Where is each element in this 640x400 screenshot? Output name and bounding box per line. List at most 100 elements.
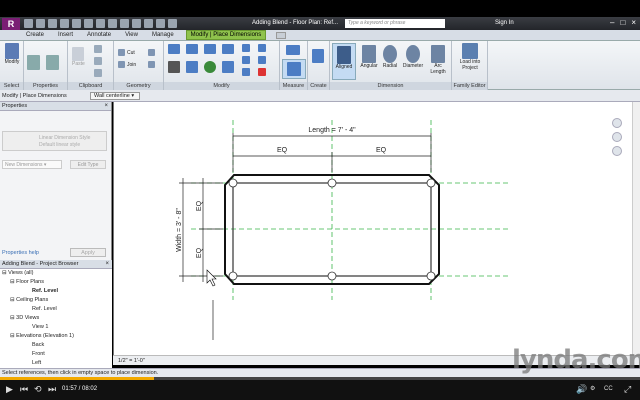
eq-label[interactable]: EQ <box>196 200 203 211</box>
closed-captions-icon[interactable]: CC <box>604 382 613 396</box>
split-button[interactable] <box>242 44 250 52</box>
apply-button[interactable]: Apply <box>70 248 106 257</box>
close-icon[interactable]: × <box>105 260 109 269</box>
geometry-tool-2[interactable] <box>148 61 155 68</box>
minimize-icon[interactable]: – <box>610 18 614 27</box>
drawing-canvas[interactable]: Length = 7' - 4" EQ EQ Width = 3' - 8" E… <box>113 102 640 355</box>
close-icon[interactable]: × <box>104 102 108 111</box>
edit-type-button[interactable]: Edit Type <box>70 160 106 169</box>
width-dimension-text[interactable]: Width = 3' - 8" <box>176 208 183 252</box>
play-icon[interactable]: ▶ <box>6 382 13 396</box>
previous-icon[interactable]: ⏮ <box>20 382 28 396</box>
save-icon[interactable] <box>36 19 45 28</box>
pin-button[interactable] <box>258 44 266 52</box>
dimension-tool-button[interactable] <box>282 59 306 79</box>
close-icon[interactable]: × <box>631 18 636 27</box>
section-icon[interactable] <box>132 19 141 28</box>
tree-item[interactable]: Left <box>2 359 112 368</box>
redo-icon[interactable] <box>60 19 69 28</box>
mirror-draw-button[interactable] <box>222 44 234 54</box>
properties-help-link[interactable]: Properties help <box>2 250 39 256</box>
measure-distance-button[interactable] <box>286 45 300 55</box>
measure-icon[interactable] <box>72 19 81 28</box>
modify-button[interactable]: Modify <box>1 43 23 65</box>
move-button[interactable] <box>168 61 180 73</box>
instance-filter-dropdown[interactable]: New Dimensions ▾ <box>2 160 62 169</box>
reference-point[interactable] <box>327 178 337 188</box>
reference-point[interactable] <box>426 178 436 188</box>
tab-annotate[interactable]: Annotate <box>85 32 113 38</box>
align-button[interactable] <box>168 44 180 54</box>
type-selector-preview[interactable]: Linear Dimension Style Default linear st… <box>2 131 107 151</box>
volume-icon[interactable]: 🔊 <box>576 382 587 396</box>
tree-item[interactable]: Back <box>2 341 112 350</box>
video-progress-bar[interactable] <box>0 377 640 380</box>
settings-icon[interactable]: ⚙ <box>590 382 595 396</box>
zoom-icon[interactable] <box>612 132 622 142</box>
eq-label[interactable]: EQ <box>277 147 288 154</box>
tab-create[interactable]: Create <box>24 32 46 38</box>
geometry-tool-1[interactable] <box>148 49 155 56</box>
type-properties-button[interactable] <box>46 55 59 70</box>
tree-item[interactable]: Front <box>2 350 112 359</box>
join-geometry-button[interactable]: Join <box>118 61 136 68</box>
delete-button[interactable] <box>258 68 266 76</box>
match-properties-button[interactable] <box>94 69 102 77</box>
text-icon[interactable] <box>108 19 117 28</box>
trim-button[interactable] <box>222 61 234 73</box>
tree-item[interactable]: Ref. Level <box>2 287 112 296</box>
rewind-icon[interactable]: ⟲ <box>34 382 42 396</box>
tree-item[interactable]: View 1 <box>2 323 112 332</box>
sign-in-link[interactable]: Sign In <box>495 20 514 26</box>
reference-point[interactable] <box>228 178 238 188</box>
length-dimension-text[interactable]: Length = 7' - 4" <box>308 127 356 134</box>
reference-point[interactable] <box>228 271 238 281</box>
mirror-axis-button[interactable] <box>204 44 216 54</box>
zoom-extents-icon[interactable] <box>612 146 622 156</box>
ribbon-minimize-toggle[interactable] <box>276 31 287 39</box>
close-hidden-windows-icon[interactable] <box>156 19 165 28</box>
tab-manage[interactable]: Manage <box>150 32 176 38</box>
fullscreen-icon[interactable]: ⤢ <box>624 382 631 396</box>
scale-button[interactable] <box>242 68 250 76</box>
dimension-radial-button[interactable]: Radial <box>380 43 400 69</box>
tree-item[interactable]: ⊟ Ceiling Plans <box>2 296 112 305</box>
tree-item[interactable]: ⊟ 3D Views <box>2 314 112 323</box>
steering-wheel-icon[interactable] <box>612 118 622 128</box>
load-into-project-button[interactable]: Load into Project <box>455 43 485 71</box>
dimension-icon[interactable] <box>84 19 93 28</box>
properties-button[interactable] <box>27 55 40 70</box>
tree-item[interactable]: ⊟ Floor Plans <box>2 278 112 287</box>
tree-item[interactable]: Ref. Level <box>2 305 112 314</box>
undo-icon[interactable] <box>48 19 57 28</box>
help-search-input[interactable]: Type a keyword or phrase <box>345 19 445 28</box>
cut-geometry-button[interactable]: Cut <box>118 49 135 56</box>
tab-insert[interactable]: Insert <box>56 32 75 38</box>
reference-point[interactable] <box>327 271 337 281</box>
copy-button[interactable] <box>94 57 102 65</box>
create-similar-button[interactable] <box>312 49 324 63</box>
switch-windows-icon[interactable] <box>168 19 177 28</box>
dimension-arc-length-button[interactable]: Arc Length <box>426 43 450 75</box>
canvas-scrollbar[interactable] <box>632 102 640 355</box>
cut-clipboard-button[interactable] <box>94 45 102 53</box>
dimension-diameter-button[interactable]: Diameter <box>400 43 426 69</box>
tree-item[interactable]: ⊟ Views (all) <box>2 269 112 278</box>
paste-button[interactable]: Paste <box>72 47 85 67</box>
rotate-button[interactable] <box>204 61 216 73</box>
tab-modify-place-dimensions[interactable]: Modify | Place Dimensions <box>185 30 267 40</box>
offset-button[interactable] <box>186 44 198 54</box>
reference-point[interactable] <box>426 271 436 281</box>
dimension-aligned-button[interactable]: Aligned <box>332 43 356 80</box>
3d-view-icon[interactable] <box>120 19 129 28</box>
copy-element-button[interactable] <box>186 61 198 73</box>
view-scale[interactable]: 1/2" = 1'-0" <box>118 358 145 364</box>
eq-label[interactable]: EQ <box>376 147 387 154</box>
open-icon[interactable] <box>24 19 33 28</box>
array-button[interactable] <box>242 56 250 64</box>
eq-label[interactable]: EQ <box>196 247 203 258</box>
maximize-icon[interactable]: □ <box>620 18 625 27</box>
tag-icon[interactable] <box>96 19 105 28</box>
tree-item[interactable]: ⊟ Elevations (Elevation 1) <box>2 332 112 341</box>
dimension-angular-button[interactable]: Angular <box>358 43 380 69</box>
